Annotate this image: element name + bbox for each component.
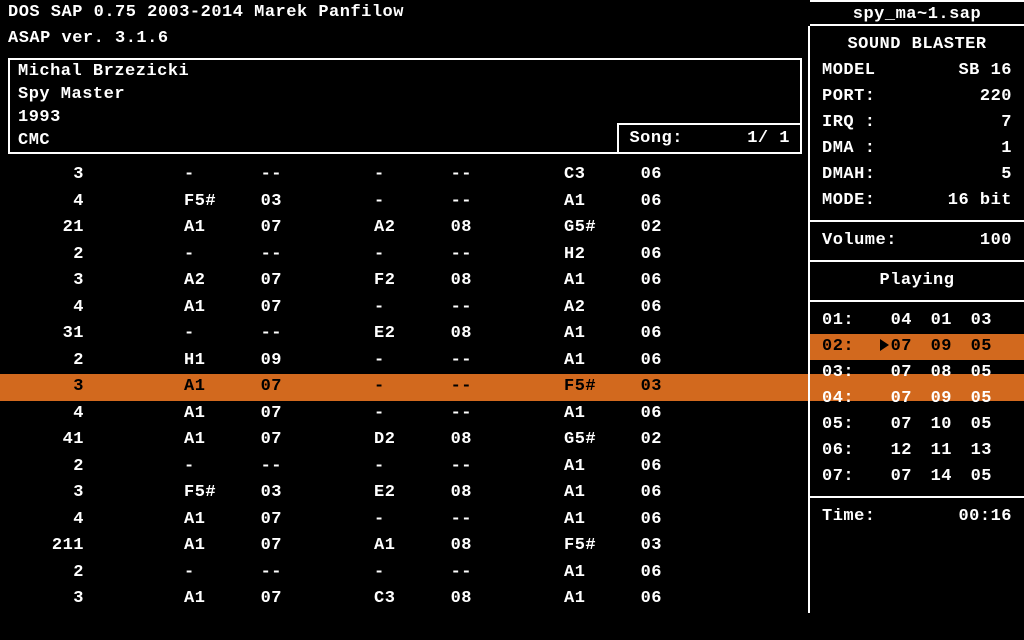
pattern-row: 3------C306 bbox=[0, 162, 808, 189]
hardware-block: SOUND BLASTER MODEL SB 16 PORT: 220 IRQ : 7… bbox=[810, 26, 1024, 222]
track-info-box: Michal Brzezicki Spy Master 1993 CMC Son… bbox=[8, 58, 802, 154]
hw-port-value: 220 bbox=[980, 84, 1012, 110]
pattern-row: 3A207F208A106 bbox=[0, 268, 808, 295]
channel-row: 05:071005 bbox=[822, 412, 1012, 438]
status-block: Playing bbox=[810, 262, 1024, 302]
channel-row: 06:121113 bbox=[822, 438, 1012, 464]
pattern-table: 3------C3064F5#03---A10621A107A208G5#022… bbox=[0, 162, 808, 613]
volume-block: Volume: 100 bbox=[810, 222, 1024, 262]
play-status: Playing bbox=[822, 268, 1012, 294]
time-value: 00:16 bbox=[958, 504, 1012, 530]
hw-dmah-label: DMAH: bbox=[822, 162, 876, 188]
pattern-row: 41A107D208G5#02 bbox=[0, 427, 808, 454]
pattern-row: 3F5#03E208A106 bbox=[0, 480, 808, 507]
song-label: Song: bbox=[629, 129, 683, 148]
right-column: spy_ma~1.sap SOUND BLASTER MODELSB 16 PO… bbox=[808, 26, 1024, 613]
song-counter-box: Song: 1/ 1 bbox=[617, 123, 802, 154]
pattern-row: 4A107---A206 bbox=[0, 295, 808, 322]
pattern-row: 21A107A208G5#02 bbox=[0, 215, 808, 242]
volume-label: Volume: bbox=[822, 228, 897, 254]
left-column: ASAP ver. 3.1.6 Michal Brzezicki Spy Mas… bbox=[0, 26, 808, 613]
channel-row: 02:070905 bbox=[810, 334, 1024, 360]
app-title-line2: ASAP ver. 3.1.6 bbox=[0, 26, 808, 52]
hw-irq-label: IRQ : bbox=[822, 110, 876, 136]
pattern-row: 4A107---A106 bbox=[0, 507, 808, 534]
play-indicator-icon bbox=[880, 339, 889, 351]
volume-value: 100 bbox=[980, 228, 1012, 254]
hw-dmah-value: 5 bbox=[1001, 162, 1012, 188]
channel-row: 03:070805 bbox=[822, 360, 1012, 386]
hw-mode-label: MODE: bbox=[822, 188, 876, 214]
pattern-row: 2------A106 bbox=[0, 454, 808, 481]
channel-row: 04:070905 bbox=[822, 386, 1012, 412]
pattern-row: 2------H206 bbox=[0, 242, 808, 269]
channels-block: 01:04010302:07090503:07080504:07090505:0… bbox=[810, 302, 1024, 498]
hw-dma-label: DMA : bbox=[822, 136, 876, 162]
channel-row: 01:040103 bbox=[822, 308, 1012, 334]
pattern-row: 4A107---A106 bbox=[0, 401, 808, 428]
hw-dma-value: 1 bbox=[1001, 136, 1012, 162]
pattern-row: 4F5#03---A106 bbox=[0, 189, 808, 216]
filename-box: spy_ma~1.sap bbox=[810, 0, 1024, 26]
hw-irq-value: 7 bbox=[1001, 110, 1012, 136]
hw-model-value: SB 16 bbox=[958, 58, 1012, 84]
pattern-row: 211A107A108F5#03 bbox=[0, 533, 808, 560]
channel-row: 07:071405 bbox=[822, 464, 1012, 490]
hw-model-label: MODEL bbox=[822, 58, 876, 84]
hw-port-label: PORT: bbox=[822, 84, 876, 110]
time-block: Time: 00:16 bbox=[810, 498, 1024, 536]
pattern-row: 2H109---A106 bbox=[0, 348, 808, 375]
hw-mode-value: 16 bit bbox=[948, 188, 1012, 214]
time-label: Time: bbox=[822, 504, 876, 530]
pattern-row: 3A107C308A106 bbox=[0, 586, 808, 613]
hw-title: SOUND BLASTER bbox=[822, 32, 1012, 58]
song-value: 1/ 1 bbox=[747, 129, 790, 148]
pattern-row: 2------A106 bbox=[0, 560, 808, 587]
pattern-row: 31---E208A106 bbox=[0, 321, 808, 348]
track-title: Spy Master bbox=[10, 83, 800, 106]
track-author: Michal Brzezicki bbox=[10, 60, 800, 83]
